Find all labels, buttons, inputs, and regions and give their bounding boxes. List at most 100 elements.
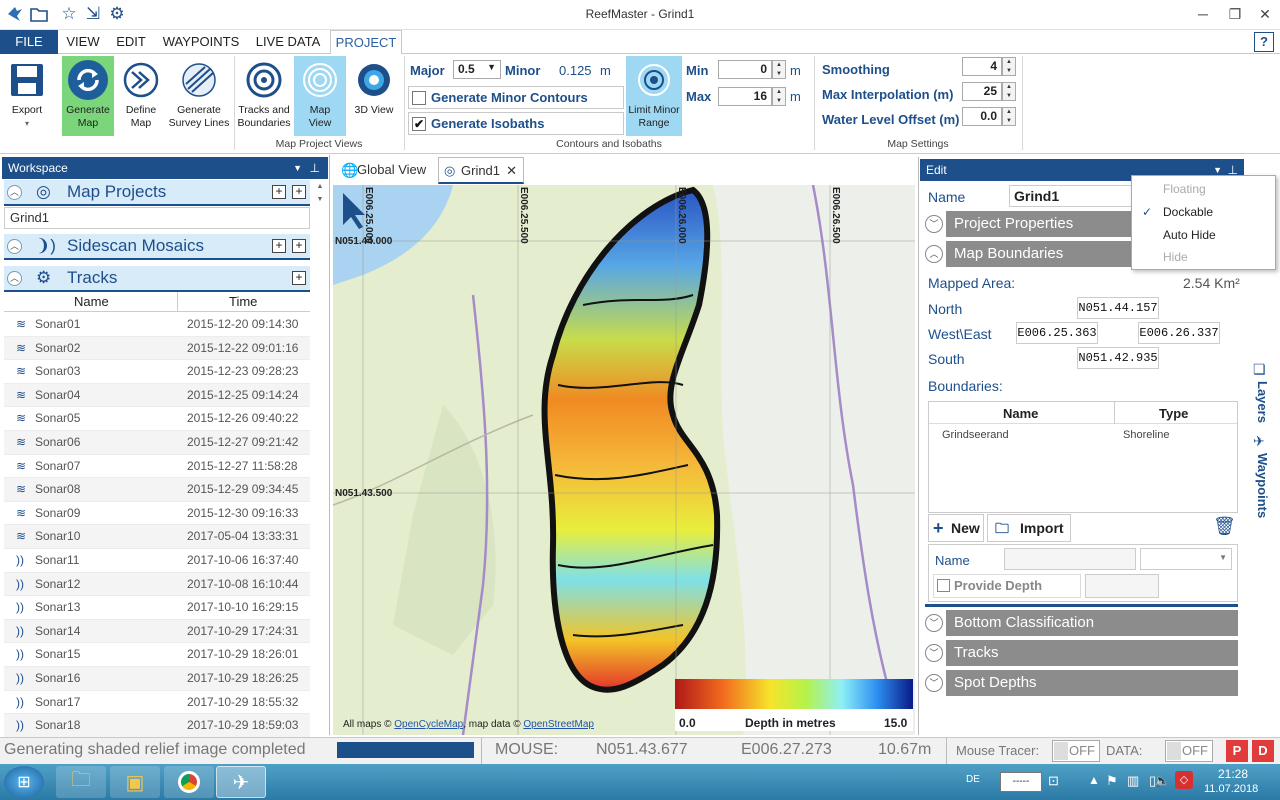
input-box[interactable]: ----- xyxy=(1000,772,1042,792)
generate-minor-contours-checkbox[interactable]: Generate Minor Contours xyxy=(408,86,624,109)
north-value[interactable]: N051.44.157 xyxy=(1077,297,1159,319)
table-row[interactable]: ≋ Sonar04 2015-12-25 09:14:24 xyxy=(4,383,310,408)
map-projects-header[interactable]: ︿ ◎ Map Projects + + xyxy=(4,180,310,206)
column-time[interactable]: Time xyxy=(229,294,257,309)
new-boundary-button[interactable]: + New xyxy=(928,514,984,542)
export-button[interactable]: Export ▾ xyxy=(4,56,50,136)
sidescan-mosaics-header[interactable]: ︿ ❩) Sidescan Mosaics + + xyxy=(4,234,310,260)
pin-icon[interactable]: ⊥ xyxy=(310,157,320,179)
table-row[interactable]: )) Sonar17 2017-10-29 18:55:32 xyxy=(4,691,310,715)
spot-depths-header[interactable]: Spot Depths xyxy=(946,670,1238,696)
add-icon[interactable]: + xyxy=(272,185,286,199)
panel-menu-icon[interactable]: ▼ xyxy=(293,157,302,179)
boundary-row[interactable]: Grindseerand Shoreline xyxy=(929,426,1237,446)
clock-time[interactable]: 21:28 xyxy=(1218,767,1248,781)
table-row[interactable]: ≋ Sonar10 2017-05-04 13:33:31 xyxy=(4,525,310,549)
tab-edit[interactable]: EDIT xyxy=(110,30,152,54)
add-icon[interactable]: + xyxy=(292,271,306,285)
table-row[interactable]: )) Sonar15 2017-10-29 18:26:01 xyxy=(4,643,310,667)
west-value[interactable]: E006.25.363 xyxy=(1016,322,1098,344)
table-row[interactable]: ≋ Sonar02 2015-12-22 09:01:16 xyxy=(4,336,310,361)
expand-icon[interactable]: ﹀ xyxy=(925,644,943,662)
minimize-button[interactable]: ─ xyxy=(1190,3,1216,25)
column-name[interactable]: Name xyxy=(1003,406,1038,421)
add-new-icon[interactable]: + xyxy=(292,239,306,253)
p-button[interactable]: P xyxy=(1226,740,1248,762)
column-name[interactable]: Name xyxy=(74,294,109,309)
menu-item-dockable[interactable]: ✓ Dockable xyxy=(1132,201,1275,224)
data-toggle[interactable]: OFF xyxy=(1165,740,1213,762)
smoothing-spinner[interactable]: ▲ ▼ xyxy=(1002,57,1016,76)
project-item[interactable]: Grind1 xyxy=(4,207,310,229)
trash-icon[interactable]: 🗑 xyxy=(1213,516,1236,537)
user-taskbar-icon[interactable]: ▣ xyxy=(110,766,160,798)
limit-minor-range-button[interactable]: Limit Minor Range xyxy=(626,56,682,136)
expand-icon[interactable]: ﹀ xyxy=(925,614,943,632)
tab-waypoints[interactable]: Waypoints xyxy=(1255,453,1270,518)
south-value[interactable]: N051.42.935 xyxy=(1077,347,1159,369)
expand-icon[interactable]: ﹀ xyxy=(925,215,943,233)
table-row[interactable]: )) Sonar11 2017-10-06 16:37:40 xyxy=(4,549,310,573)
max-spinner[interactable]: ▲ ▼ xyxy=(772,87,786,106)
tab-global-view[interactable]: 🌐 Global View xyxy=(335,157,435,183)
menu-item-floating[interactable]: Floating xyxy=(1132,178,1275,201)
generate-survey-lines-button[interactable]: Generate Survey Lines xyxy=(168,56,230,136)
water-level-offset-spinner[interactable]: ▲ ▼ xyxy=(1002,107,1016,126)
add-new-icon[interactable]: + xyxy=(292,185,306,199)
bottom-classification-header[interactable]: Bottom Classification xyxy=(946,610,1238,636)
close-tab-icon[interactable]: ✕ xyxy=(506,158,517,184)
table-row[interactable]: ≋ Sonar01 2015-12-20 09:14:30 xyxy=(4,313,310,337)
network-icon[interactable]: ▥ xyxy=(1127,773,1139,789)
map-canvas[interactable] xyxy=(333,185,915,735)
explorer-taskbar-icon[interactable]: 🗀 xyxy=(56,766,106,798)
security-icon[interactable]: ◇ xyxy=(1175,771,1193,789)
table-row[interactable]: )) Sonar12 2017-10-08 16:10:44 xyxy=(4,572,310,597)
start-button[interactable]: ⊞ xyxy=(4,766,44,798)
max-interpolation-input[interactable]: 25 xyxy=(962,82,1002,101)
max-interpolation-spinner[interactable]: ▲ ▼ xyxy=(1002,82,1016,101)
tab-grind1[interactable]: ◎ Grind1 ✕ xyxy=(438,157,524,184)
collapse-icon[interactable]: ︿ xyxy=(7,271,22,286)
generate-isobaths-checkbox[interactable]: ✔ Generate Isobaths xyxy=(408,112,624,135)
boundary-type-select[interactable]: ▼ xyxy=(1140,548,1232,570)
3d-view-button[interactable]: 3D View xyxy=(348,56,400,136)
tray-expand-icon[interactable]: ▲ xyxy=(1088,773,1100,787)
tab-waypoints[interactable]: WAYPOINTS xyxy=(158,30,244,54)
table-row[interactable]: )) Sonar14 2017-10-29 17:24:31 xyxy=(4,619,310,644)
collapse-icon[interactable]: ︿ xyxy=(7,239,22,254)
table-row[interactable]: ≋ Sonar06 2015-12-27 09:21:42 xyxy=(4,431,310,455)
tracks-header[interactable]: ︿ ⚙ Tracks + xyxy=(4,266,310,292)
scrollbar[interactable]: ▲ ▼ xyxy=(314,183,326,733)
table-row[interactable]: ≋ Sonar03 2015-12-23 09:28:23 xyxy=(4,360,310,384)
define-map-button[interactable]: Define Map xyxy=(116,56,166,136)
openstreetmap-link[interactable]: OpenStreetMap xyxy=(523,719,594,730)
tracks-boundaries-button[interactable]: Tracks and Boundaries xyxy=(236,56,292,136)
min-input[interactable]: 0 xyxy=(718,60,772,79)
reefmaster-taskbar-icon[interactable]: ✈ xyxy=(216,766,266,798)
water-level-offset-input[interactable]: 0.0 xyxy=(962,107,1002,126)
max-input[interactable]: 16 xyxy=(718,87,772,106)
tray-device-icon[interactable]: ⊡ xyxy=(1048,773,1059,789)
generate-map-button[interactable]: Generate Map xyxy=(62,56,114,136)
tab-file[interactable]: FILE xyxy=(0,30,58,54)
tab-view[interactable]: VIEW xyxy=(60,30,106,54)
restore-button[interactable]: ❐ xyxy=(1222,3,1248,25)
add-icon[interactable]: + xyxy=(272,239,286,253)
tab-layers[interactable]: Layers xyxy=(1255,381,1270,423)
table-row[interactable]: )) Sonar13 2017-10-10 16:29:15 xyxy=(4,596,310,620)
table-row[interactable]: )) Sonar18 2017-10-29 18:59:03 xyxy=(4,714,310,738)
collapse-icon[interactable]: ︿ xyxy=(7,185,22,200)
close-button[interactable]: ✕ xyxy=(1252,3,1278,25)
name-input[interactable]: Grind1 xyxy=(1009,185,1137,207)
chrome-taskbar-icon[interactable] xyxy=(164,766,214,798)
language-indicator[interactable]: DE xyxy=(966,774,980,785)
d-button[interactable]: D xyxy=(1252,740,1274,762)
opencyclemap-link[interactable]: OpenCycleMap xyxy=(394,719,463,730)
mouse-tracer-toggle[interactable]: OFF xyxy=(1052,740,1100,762)
table-row[interactable]: )) Sonar16 2017-10-29 18:26:25 xyxy=(4,667,310,691)
table-row[interactable]: ≋ Sonar05 2015-12-26 09:40:22 xyxy=(4,407,310,431)
east-value[interactable]: E006.26.337 xyxy=(1138,322,1220,344)
min-spinner[interactable]: ▲ ▼ xyxy=(772,60,786,79)
clock-date[interactable]: 11.07.2018 xyxy=(1204,783,1258,795)
map-view[interactable]: 🌐 Global View ◎ Grind1 ✕ E006.25.000 E00… xyxy=(333,157,915,735)
